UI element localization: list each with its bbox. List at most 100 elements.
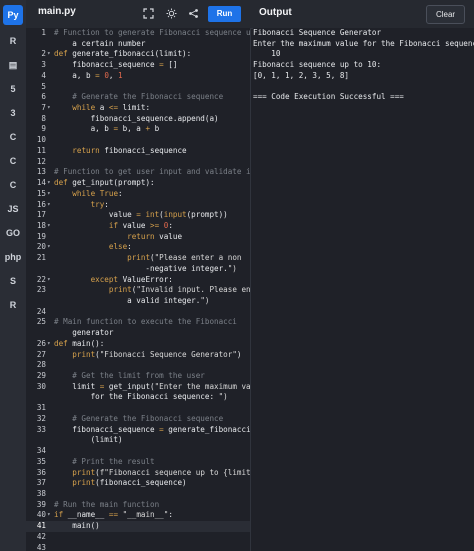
line-number: 3	[41, 60, 46, 70]
code-line[interactable]: 40 ▾ if __name__ == "__main__":	[26, 510, 250, 521]
code-line[interactable]: 20 ▾ else:	[26, 242, 250, 253]
sidebar-lang-sql-icon[interactable]: ▤	[3, 55, 23, 75]
code-text: a, b = b, a + b	[54, 124, 160, 134]
code-line[interactable]: 30 limit = get_input("Enter the maximum …	[26, 382, 250, 393]
sidebar-lang-css-icon[interactable]: 3	[3, 103, 23, 123]
code-editor[interactable]: 1 # Function to generate Fibonacci sequen…	[26, 28, 250, 551]
code-line[interactable]: 28	[26, 360, 250, 371]
code-line[interactable]: 15 ▾ while True:	[26, 189, 250, 200]
code-line[interactable]: 29 # Get the limit from the user	[26, 371, 250, 382]
code-line[interactable]: 18 ▾ if value >= 0:	[26, 221, 250, 232]
sidebar-lang-html-icon[interactable]: 5	[3, 79, 23, 99]
code-text: fibonacci_sequence = []	[54, 60, 178, 70]
code-line[interactable]: 38	[26, 489, 250, 500]
fold-arrow-icon[interactable]: ▾	[47, 221, 51, 232]
code-line[interactable]: 32 # Generate the Fibonacci sequence	[26, 414, 250, 425]
theme-brightness-icon[interactable]	[165, 7, 177, 19]
code-line[interactable]: 5	[26, 82, 250, 93]
code-line[interactable]: 21 print("Please enter a non	[26, 253, 250, 264]
code-line[interactable]: 7 ▾ while a <= limit:	[26, 103, 250, 114]
code-line[interactable]: 22 ▾ except ValueError:	[26, 275, 250, 286]
clear-button[interactable]: Clear	[426, 5, 465, 24]
share-icon[interactable]	[187, 7, 199, 19]
line-number: 31	[36, 403, 46, 413]
code-line[interactable]: 9 a, b = b, a + b	[26, 124, 250, 135]
code-line[interactable]: -negative integer.")	[26, 264, 250, 275]
output-line: [0, 1, 1, 2, 3, 5, 8]	[253, 70, 350, 80]
code-line[interactable]: 25 # Main function to execute the Fibonac…	[26, 317, 250, 328]
sidebar-lang-r-icon[interactable]: R	[3, 31, 23, 51]
fold-arrow-icon[interactable]: ▾	[47, 178, 51, 189]
code-line[interactable]: 16 ▾ try:	[26, 200, 250, 211]
sidebar-lang-cpp-icon[interactable]: C	[3, 151, 23, 171]
line-number: 9	[41, 124, 46, 134]
top-bar: main.py Run Output Clear	[26, 0, 474, 29]
code-line[interactable]: for the Fibonacci sequence: ")	[26, 392, 250, 403]
code-line[interactable]: 8 fibonacci_sequence.append(a)	[26, 114, 250, 125]
code-line[interactable]: 33 fibonacci_sequence = generate_fibonac…	[26, 425, 250, 436]
line-number: 23	[36, 285, 46, 295]
code-line[interactable]: generator	[26, 328, 250, 339]
line-number: 32	[36, 413, 46, 423]
code-text: except ValueError:	[90, 274, 173, 284]
fold-arrow-icon[interactable]: ▾	[47, 200, 51, 211]
code-line[interactable]: 4 a, b = 0, 1	[26, 71, 250, 82]
code-text: # Main function to execute the Fibonacci	[54, 317, 237, 327]
fold-arrow-icon[interactable]: ▾	[47, 189, 51, 200]
code-line[interactable]: 14 ▾ def get_input(prompt):	[26, 178, 250, 189]
code-line[interactable]: 24	[26, 307, 250, 318]
fold-arrow-icon[interactable]: ▾	[47, 103, 51, 114]
line-number: 5	[41, 81, 46, 91]
file-tab[interactable]: main.py	[38, 6, 76, 17]
code-line[interactable]: 1 # Function to generate Fibonacci sequen…	[26, 28, 250, 39]
fold-arrow-icon[interactable]: ▾	[47, 49, 51, 60]
code-text: print("Please enter a non	[127, 253, 242, 263]
code-line[interactable]: 11 return fibonacci_sequence	[26, 146, 250, 157]
code-line[interactable]: (limit)	[26, 435, 250, 446]
code-line[interactable]: 17 value = int(input(prompt))	[26, 210, 250, 221]
code-line[interactable]: 10	[26, 135, 250, 146]
sidebar-lang-python-icon[interactable]: Py	[3, 5, 23, 25]
run-button[interactable]: Run	[208, 6, 241, 22]
line-number: 43	[36, 542, 46, 551]
code-line[interactable]: 27 print("Fibonacci Sequence Generator")	[26, 350, 250, 361]
code-line[interactable]: 3 fibonacci_sequence = []	[26, 60, 250, 71]
pane-divider[interactable]	[250, 28, 251, 551]
code-line[interactable]: a valid integer.")	[26, 296, 250, 307]
sidebar-lang-swift-icon[interactable]: S	[3, 271, 23, 291]
line-number: 1	[41, 28, 46, 37]
code-line[interactable]: 43	[26, 543, 250, 551]
code-line[interactable]: 36 print(f"Fibonacci sequence up to {lim…	[26, 468, 250, 479]
fold-arrow-icon[interactable]: ▾	[47, 510, 51, 521]
sidebar-lang-c-icon[interactable]: C	[3, 127, 23, 147]
sidebar-lang-csharp-icon[interactable]: C	[3, 175, 23, 195]
code-line[interactable]: 19 return value	[26, 232, 250, 243]
code-line[interactable]: 39 # Run the main function	[26, 500, 250, 511]
code-line[interactable]: a certain number	[26, 39, 250, 50]
code-line[interactable]: 41 main()	[26, 521, 250, 532]
code-line[interactable]: 12	[26, 157, 250, 168]
sidebar-lang-javascript-icon[interactable]: JS	[3, 199, 23, 219]
sidebar-lang-php-icon[interactable]: php	[3, 247, 23, 267]
sidebar-lang-go-icon[interactable]: GO	[3, 223, 23, 243]
fullscreen-icon[interactable]	[142, 7, 154, 19]
code-line[interactable]: 34	[26, 446, 250, 457]
line-number: 25	[36, 317, 46, 327]
fold-arrow-icon[interactable]: ▾	[47, 339, 51, 350]
code-line[interactable]: 23 print("Invalid input. Please enter	[26, 285, 250, 296]
fold-arrow-icon[interactable]: ▾	[47, 275, 51, 286]
code-line[interactable]: 42	[26, 532, 250, 543]
code-line[interactable]: 13 # Function to get user input and valid…	[26, 167, 250, 178]
code-line[interactable]: 6 # Generate the Fibonacci sequence	[26, 92, 250, 103]
code-text: fibonacci_sequence = generate_fibonacci	[54, 424, 250, 434]
code-line[interactable]: 37 print(fibonacci_sequence)	[26, 478, 250, 489]
code-line[interactable]: 2 ▾ def generate_fibonacci(limit):	[26, 49, 250, 60]
line-number: 6	[41, 92, 46, 102]
fold-arrow-icon[interactable]: ▾	[47, 242, 51, 253]
code-line[interactable]: 35 # Print the result	[26, 457, 250, 468]
line-number: 14	[36, 178, 46, 188]
code-line[interactable]: 31	[26, 403, 250, 414]
output-line: Fibonacci Sequence Generator	[253, 28, 382, 37]
sidebar-lang-rust-icon[interactable]: R	[3, 295, 23, 315]
code-line[interactable]: 26 ▾ def main():	[26, 339, 250, 350]
